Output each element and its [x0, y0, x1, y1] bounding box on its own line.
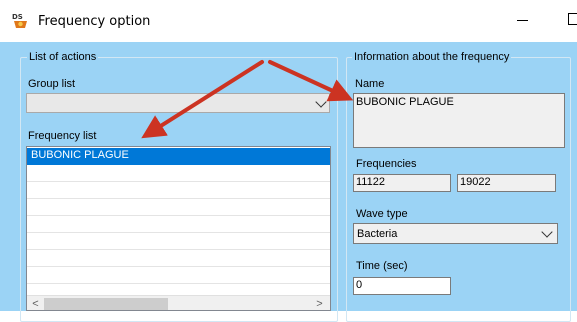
- annotation-arrows: [141, 60, 354, 139]
- annotation-arrow-right: [268, 60, 354, 102]
- annotation-arrow-left: [141, 60, 264, 139]
